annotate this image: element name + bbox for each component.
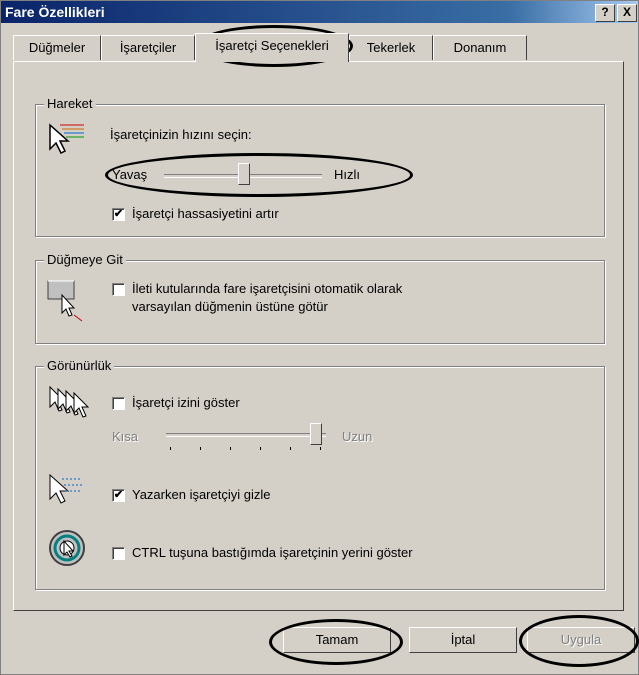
snap-to-group: Düğmeye Git İleti kutularında fare işare… — [35, 252, 605, 344]
short-label: Kısa — [112, 429, 139, 444]
tab-bar: Düğmeler İşaretçiler İşaretçi Seçenekler… — [13, 33, 613, 63]
motion-legend: Hareket — [44, 96, 96, 111]
title-bar: Fare Özellikleri ? X — [1, 1, 638, 23]
precision-label: İşaretçi hassasiyetini artır — [132, 206, 279, 221]
precision-checkbox[interactable]: ✔ — [112, 208, 125, 221]
tab-panel: Hareket İşaretçinizin hızını seçin: Yava… — [13, 61, 624, 611]
long-label: Uzun — [342, 429, 373, 444]
snap-legend: Düğmeye Git — [44, 252, 126, 267]
tick-mark — [260, 447, 261, 450]
tick-mark — [290, 447, 291, 450]
hide-while-typing-label: Yazarken işaretçiyi gizle — [132, 487, 271, 502]
speed-prompt: İşaretçinizin hızını seçin: — [110, 127, 252, 142]
ctrl-locate-checkbox[interactable] — [112, 547, 125, 560]
ctrl-locate-icon — [49, 530, 85, 566]
tick-mark — [200, 447, 201, 450]
visibility-legend: Görünürlük — [44, 358, 115, 373]
tab-buttons[interactable]: Düğmeler — [13, 35, 101, 60]
snap-to-checkbox[interactable] — [112, 283, 125, 296]
tick-mark — [320, 447, 321, 450]
tick-mark — [230, 447, 231, 450]
tab-pointers[interactable]: İşaretçiler — [101, 35, 195, 60]
motion-group: Hareket İşaretçinizin hızını seçin: Yava… — [35, 96, 605, 237]
snap-to-button-icon — [47, 280, 83, 322]
hide-while-typing-checkbox[interactable]: ✔ — [112, 489, 125, 502]
trail-length-slider-thumb[interactable] — [310, 423, 322, 445]
visibility-group: Görünürlük İşaretçi izini göster Kısa Uz… — [35, 358, 605, 590]
pointer-trails-checkbox[interactable] — [112, 397, 125, 410]
close-button[interactable]: X — [617, 4, 637, 22]
snap-label-line2: varsayılan düğmenin üstüne götür — [132, 299, 328, 314]
tab-pointer-options[interactable]: İşaretçi Seçenekleri — [195, 33, 349, 62]
ok-button[interactable]: Tamam — [283, 627, 391, 653]
hide-pointer-icon — [49, 473, 82, 504]
window-title: Fare Özellikleri — [5, 4, 105, 20]
trail-length-slider-track[interactable] — [166, 433, 326, 437]
ctrl-locate-label: CTRL tuşuna bastığımda işaretçinin yerin… — [132, 545, 413, 560]
tab-wheel[interactable]: Tekerlek — [349, 35, 433, 60]
apply-button[interactable]: Uygula — [527, 627, 635, 653]
help-button[interactable]: ? — [595, 4, 615, 22]
speed-slider-thumb[interactable] — [238, 163, 250, 185]
fast-label: Hızlı — [334, 167, 360, 182]
tick-mark — [170, 447, 171, 450]
pointer-trails-icon — [49, 385, 90, 418]
mouse-properties-window: Fare Özellikleri ? X Düğmeler İşaretçile… — [0, 0, 639, 675]
pointer-speed-icon — [49, 123, 84, 155]
cancel-button[interactable]: İptal — [409, 627, 517, 653]
pointer-trails-label: İşaretçi izini göster — [132, 395, 240, 410]
snap-label-line1: İleti kutularında fare işaretçisini otom… — [132, 281, 403, 296]
slow-label: Yavaş — [112, 167, 148, 182]
tab-hardware[interactable]: Donanım — [433, 35, 527, 60]
